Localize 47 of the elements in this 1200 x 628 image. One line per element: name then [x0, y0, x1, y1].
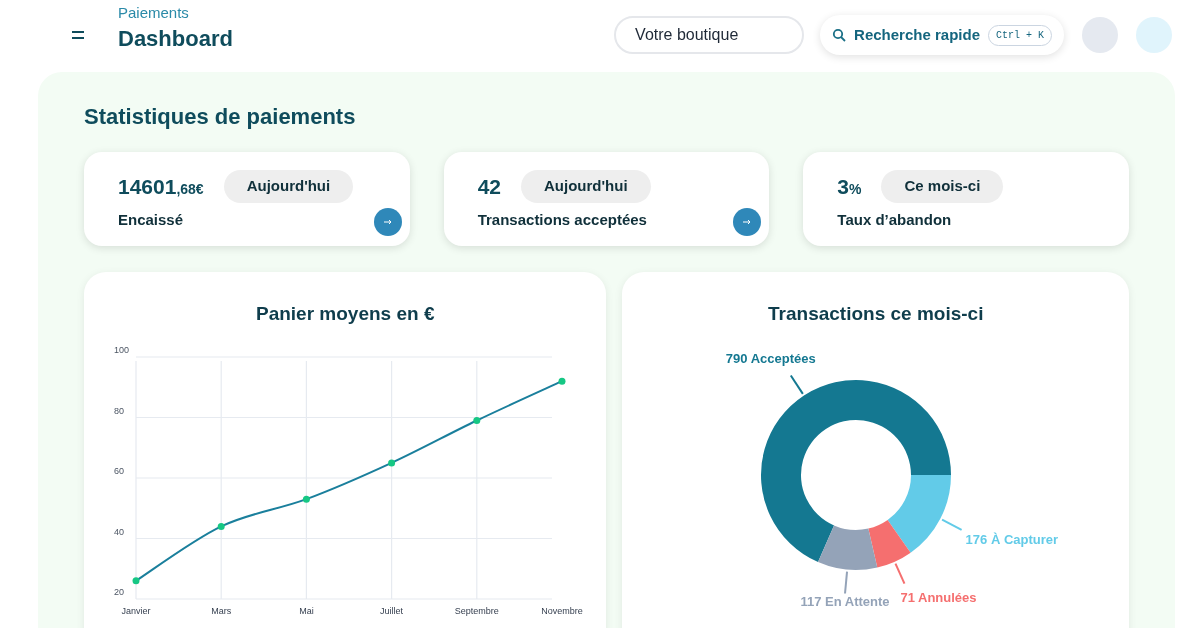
axis-label: Mars [211, 605, 232, 616]
period-button[interactable]: Aujourd'hui [521, 170, 651, 203]
stat-value: 14601,68€ [118, 173, 204, 200]
axis-label: Septembre [454, 605, 499, 616]
section-title: Statistiques de paiements [84, 103, 357, 131]
data-point [217, 522, 225, 530]
data-point [388, 458, 396, 466]
breadcrumb[interactable]: Paiements [118, 4, 233, 22]
arrow-button[interactable] [733, 208, 762, 236]
arrow-button[interactable] [373, 208, 402, 236]
slice-label: 117 En Attente [800, 594, 890, 609]
chart-title: Panier moyens en € [256, 302, 435, 326]
stat-label: Taux d’abandon [837, 210, 952, 230]
search-button[interactable]: Recherche rapide Ctrl + K [820, 15, 1064, 55]
data-point [302, 495, 310, 503]
leader-line [940, 518, 963, 531]
axis-label: Mai [299, 605, 314, 616]
menu-icon[interactable] [72, 31, 84, 39]
stat-value: 3% [837, 173, 862, 200]
axis-label: 80 [114, 405, 124, 415]
shop-field[interactable]: Votre boutique [614, 16, 805, 54]
stat-label: Transactions acceptées [477, 210, 647, 230]
search-icon [832, 28, 847, 42]
axis-label: Janvier [121, 605, 151, 616]
slice-label: 176 À Capturer [965, 531, 1058, 547]
data-point [558, 377, 566, 385]
chart-title: Transactions ce mois-ci [768, 302, 984, 326]
axis-label: Juillet [380, 605, 404, 616]
axis-label: 100 [114, 344, 130, 355]
stat-label: Encaissé [118, 210, 184, 230]
axis-label: 60 [114, 465, 124, 476]
data-point [473, 416, 481, 424]
data-point [132, 576, 140, 584]
slice-label: 71 Annulées [900, 589, 977, 605]
leader-line [843, 570, 848, 594]
axis-label: 20 [114, 586, 124, 597]
slice-label: 790 Acceptées [725, 350, 816, 366]
axis-label: 40 [114, 526, 124, 536]
arrow-icon [383, 219, 392, 225]
leader-line [894, 562, 906, 585]
arrow-icon [743, 219, 752, 225]
period-button[interactable]: Aujourd'hui [223, 170, 354, 203]
period-button[interactable]: Ce mois-ci [881, 170, 1004, 203]
leader-line [789, 373, 804, 395]
page-title: Dashboard [118, 25, 233, 53]
axis-label: Novembre [541, 605, 583, 616]
stat-value: 42 [477, 173, 502, 200]
